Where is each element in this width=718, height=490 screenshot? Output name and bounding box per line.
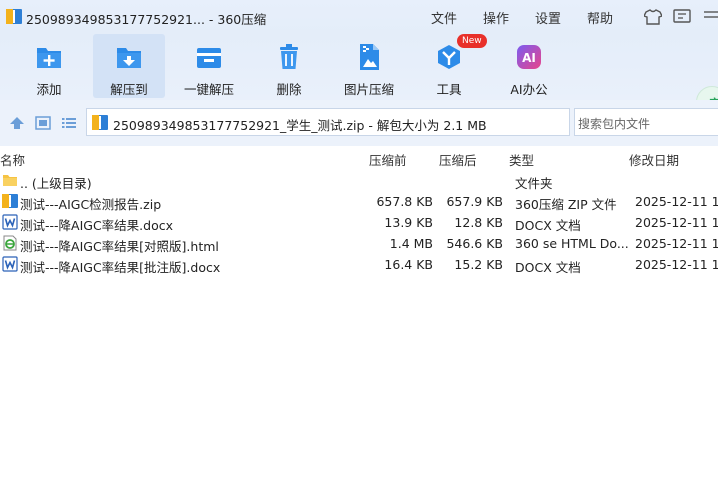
file-row[interactable]: 测试---降AIGC率结果[对照版].html 1.4 MB 546.6 KB … (0, 233, 718, 254)
word-icon (2, 256, 18, 272)
menu-lines-icon[interactable] (702, 9, 718, 25)
search-input[interactable]: 搜索包内文件 (574, 108, 718, 136)
one-click-extract-button[interactable]: 一键解压 (173, 34, 245, 98)
zip-archive-icon (92, 115, 108, 130)
archive-path: 250989349853177752921_学生_测试.zip - 解包大小为 … (113, 118, 487, 133)
menu-help[interactable]: 帮助 (587, 8, 613, 27)
path-field[interactable]: 250989349853177752921_学生_测试.zip - 解包大小为 … (86, 108, 649, 136)
one-click-extract-icon (197, 48, 221, 68)
file-name: 测试---降AIGC率结果.docx (20, 218, 174, 233)
file-size-after: 15.2 KB (454, 257, 503, 272)
column-compressed-before[interactable]: 压缩前 (369, 150, 407, 169)
extract-to-label: 解压到 (110, 82, 148, 97)
menu-file[interactable]: 文件 (431, 8, 457, 27)
column-type[interactable]: 类型 (509, 150, 534, 169)
file-date: 2025-12-11 14 (635, 236, 718, 251)
file-type: 360 se HTML Do... (515, 236, 629, 251)
list-view-icon[interactable] (61, 116, 77, 130)
app-zip-icon (6, 9, 22, 24)
file-type: DOCX 文档 (515, 260, 581, 275)
add-label: 添加 (36, 82, 62, 97)
new-badge: New (457, 34, 487, 48)
file-row[interactable]: 测试---AIGC检测报告.zip 657.8 KB 657.9 KB 360压… (0, 191, 718, 212)
file-size-before: 16.4 KB (384, 257, 433, 272)
file-date: 2025-12-11 14 (635, 194, 718, 209)
trash-icon (280, 44, 298, 69)
html-icon (3, 235, 17, 251)
folder-icon (3, 175, 17, 186)
file-name: 测试---降AIGC率结果[批注版].docx (20, 260, 221, 275)
thumbnail-view-icon[interactable] (35, 116, 51, 130)
title-bar: 250989349853177752921... - 360压缩 文件 操作 设… (0, 0, 718, 34)
file-type: 360压缩 ZIP 文件 (515, 197, 617, 212)
file-size-before: 657.8 KB (376, 194, 433, 209)
file-row[interactable]: 测试---降AIGC率结果.docx 13.9 KB 12.8 KB DOCX … (0, 212, 718, 233)
file-type: 文件夹 (515, 176, 553, 191)
window-title: 250989349853177752921... - 360压缩 (26, 12, 267, 27)
ai-office-button[interactable]: AI AI办公 (493, 34, 565, 98)
file-row[interactable]: .. (上级目录) 文件夹 (0, 170, 718, 191)
file-size-after: 12.8 KB (454, 215, 503, 230)
file-name: 测试---降AIGC率结果[对照版].html (20, 239, 219, 254)
menu-operate[interactable]: 操作 (483, 8, 509, 27)
tools-button[interactable]: New 工具 (413, 34, 487, 98)
image-compress-icon (360, 44, 379, 70)
up-arrow-icon[interactable] (9, 116, 25, 130)
column-header-row: 名称 压缩前 压缩后 类型 修改日期 (0, 146, 718, 168)
ai-office-icon: AI (517, 45, 541, 69)
column-compressed-after[interactable]: 压缩后 (439, 150, 477, 169)
file-type: DOCX 文档 (515, 218, 581, 233)
file-size-before: 13.9 KB (384, 215, 433, 230)
tshirt-skin-icon[interactable] (644, 9, 662, 25)
file-row[interactable]: 测试---降AIGC率结果[批注版].docx 16.4 KB 15.2 KB … (0, 254, 718, 275)
delete-label: 删除 (276, 82, 302, 97)
toolbar: 添加 解压到 一键解压 删除 图片压缩 New 工具 AI AI办公 (0, 34, 718, 124)
column-name[interactable]: 名称 (0, 150, 25, 169)
extract-folder-icon (117, 48, 141, 68)
extract-to-button[interactable]: 解压到 (93, 34, 165, 98)
one-click-extract-label: 一键解压 (183, 82, 234, 97)
file-name: 测试---AIGC检测报告.zip (20, 197, 162, 212)
add-file-icon (37, 48, 61, 68)
word-icon (2, 214, 18, 230)
file-size-before: 1.4 MB (389, 236, 433, 251)
zip-icon (2, 194, 18, 208)
file-size-after: 657.9 KB (446, 194, 503, 209)
add-button[interactable]: 添加 (13, 34, 85, 98)
tools-label: 工具 (436, 82, 462, 97)
menu-settings[interactable]: 设置 (535, 8, 561, 27)
file-name: .. (上级目录) (20, 176, 92, 191)
column-modified[interactable]: 修改日期 (629, 150, 679, 169)
ai-office-label: AI办公 (510, 82, 548, 97)
file-size-after: 546.6 KB (446, 236, 503, 251)
file-date: 2025-12-11 14 (635, 257, 718, 272)
delete-button[interactable]: 删除 (253, 34, 325, 98)
image-compress-label: 图片压缩 (343, 82, 394, 97)
feedback-icon[interactable] (673, 9, 691, 25)
file-date: 2025-12-11 14 (635, 215, 718, 230)
ai-icon-text: AI (522, 51, 536, 65)
image-compress-button[interactable]: 图片压缩 (333, 34, 405, 98)
